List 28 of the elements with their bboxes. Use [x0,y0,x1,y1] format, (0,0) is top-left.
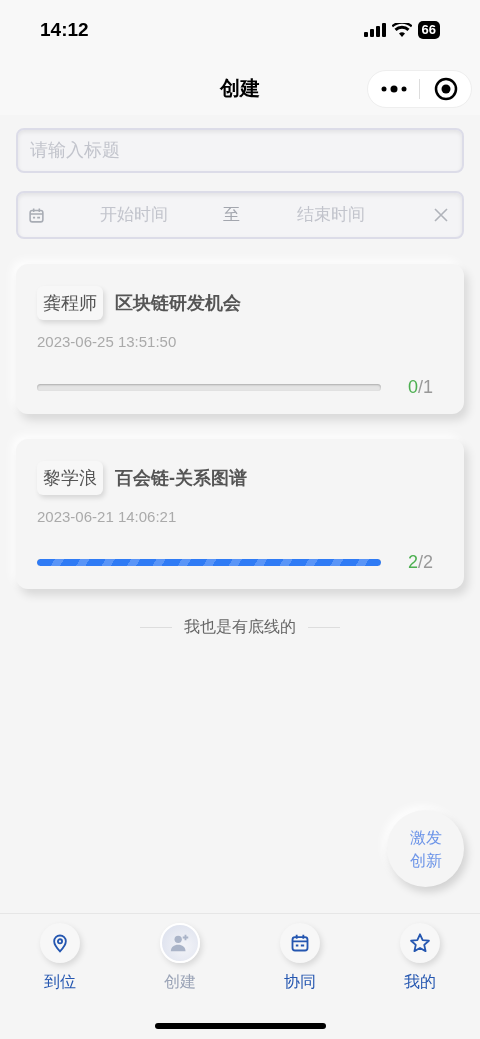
owner-tag: 龚程师 [37,286,103,320]
project-time: 2023-06-21 14:06:21 [37,507,178,527]
project-title: 百会链-关系图谱 [115,466,247,490]
range-separator: 至 [223,204,240,227]
page-title: 创建 [220,75,260,101]
location-pin-icon [50,933,70,953]
tab-bar-item[interactable]: 我的 [360,923,480,994]
status-time: 14:12 [40,17,89,42]
project-card[interactable]: 黎学浪 百会链-关系图谱 2023-06-21 14:06:21 2/2 [16,439,464,589]
battery-level: 66 [417,21,440,39]
progress-count: 2/2 [407,550,433,574]
signal-icon [363,23,386,37]
tab-bar-item[interactable]: 到位 [0,923,120,994]
project-card[interactable]: 龚程师 区块链研发机会 2023-06-25 13:51:50 0/1 [16,264,464,414]
project-title: 区块链研发机会 [115,291,241,315]
owner-tag: 黎学浪 [37,461,103,495]
project-time: 2023-06-25 13:51:50 [37,332,178,352]
tab-bar-item[interactable]: 协同 [240,923,360,994]
close-icon [434,208,448,222]
end-of-list-text: 我也是有底线的 [184,617,296,637]
calendar-icon [28,206,45,224]
star-icon [409,932,431,954]
add-user-icon [169,932,191,954]
calendar-icon [290,933,310,953]
wifi-icon [391,23,412,37]
progress-count: 0/1 [407,375,433,399]
more-icon [380,85,407,93]
target-icon [433,77,458,101]
